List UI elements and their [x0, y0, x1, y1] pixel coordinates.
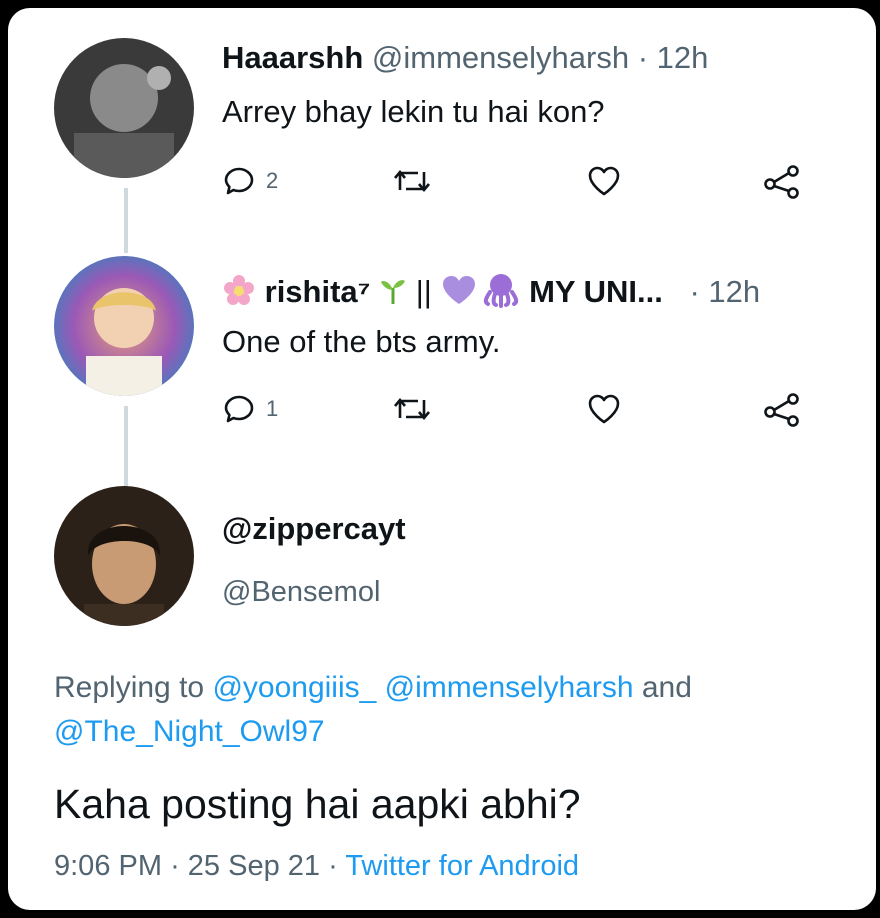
mention-link[interactable]: @The_Night_Owl97 — [54, 715, 325, 748]
mention-link[interactable]: @immenselyharsh — [385, 671, 634, 704]
separator-dot: · — [328, 850, 338, 882]
share-button[interactable] — [762, 164, 802, 200]
display-name[interactable]: @zippercayt — [222, 511, 406, 547]
mention-link[interactable]: @yoongiiis_ — [212, 671, 376, 704]
tweet-actions: 2 — [222, 164, 799, 204]
replying-and: and — [641, 671, 692, 704]
heart-icon — [586, 392, 622, 426]
user-handle[interactable]: @immenselyharsh — [372, 40, 629, 75]
separator-dot: · — [689, 274, 700, 310]
reply-button[interactable]: 1 — [222, 392, 278, 426]
retweet-button[interactable] — [392, 164, 432, 198]
tweet-header: rishita⁷ || MY UNI... · 12h — [222, 272, 760, 316]
replying-to: Replying to @yoongiiis_ @immenselyharsh … — [54, 666, 854, 754]
tweet-text: Arrey bhay lekin tu hai kon? — [222, 94, 605, 129]
octopus-icon — [482, 272, 520, 316]
reply-icon — [222, 392, 256, 426]
tweet-header: Haaarshh @immenselyharsh · 12h — [222, 40, 708, 76]
emoji-group — [440, 272, 520, 316]
reply-count: 1 — [266, 396, 279, 421]
separator-dot: · — [637, 40, 649, 75]
seedling-icon — [379, 274, 407, 314]
like-button[interactable] — [586, 164, 622, 198]
purple-heart-icon — [440, 273, 478, 315]
timestamp[interactable]: 9:06 PM — [54, 850, 162, 882]
thread-line — [124, 406, 128, 486]
tweet-text: One of the bts army. — [222, 324, 501, 359]
user-handle[interactable]: @Bensemol — [222, 576, 380, 609]
replying-prefix: Replying to — [54, 671, 205, 704]
reply-icon — [222, 164, 256, 198]
tweet-thread-card: Haaarshh @immenselyharsh · 12h Arrey bha… — [8, 8, 876, 910]
name-suffix: || — [415, 274, 432, 310]
share-icon — [762, 392, 802, 428]
share-button[interactable] — [762, 392, 802, 428]
like-button[interactable] — [586, 392, 622, 426]
heart-icon — [586, 164, 622, 198]
source-link[interactable]: Twitter for Android — [345, 850, 579, 882]
display-name[interactable]: rishita⁷ — [265, 274, 371, 309]
avatar[interactable] — [54, 486, 194, 626]
timestamp[interactable]: 12h — [657, 40, 709, 75]
tweet-meta: 9:06 PM · 25 Sep 21 · Twitter for Androi… — [54, 850, 579, 883]
avatar[interactable] — [54, 256, 194, 396]
display-name[interactable]: Haaarshh — [222, 40, 363, 75]
display-name-tail[interactable]: MY UNI... — [529, 274, 663, 309]
avatar[interactable] — [54, 38, 194, 178]
flower-icon — [222, 273, 256, 315]
separator-dot: · — [170, 850, 180, 882]
tweet-text: Kaha posting hai aapki abhi? — [54, 781, 581, 827]
reply-count: 2 — [266, 168, 279, 193]
thread-line — [124, 188, 128, 253]
retweet-icon — [392, 164, 432, 198]
retweet-icon — [392, 392, 432, 426]
timestamp[interactable]: 12h — [708, 274, 760, 309]
share-icon — [762, 164, 802, 200]
date[interactable]: 25 Sep 21 — [188, 850, 320, 882]
tweet-actions: 1 — [222, 392, 799, 432]
retweet-button[interactable] — [392, 392, 432, 426]
reply-button[interactable]: 2 — [222, 164, 278, 198]
